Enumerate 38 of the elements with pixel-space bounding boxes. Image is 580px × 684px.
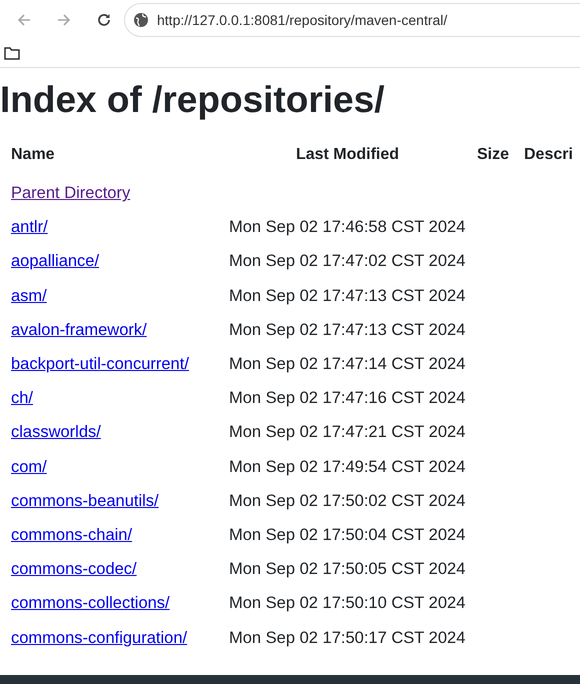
modified-date: Mon Sep 02 17:47:02 CST 2024: [229, 252, 466, 270]
reload-icon: [96, 12, 112, 28]
column-header: Name: [11, 146, 55, 164]
modified-date: Mon Sep 02 17:50:04 CST 2024: [229, 526, 466, 544]
modified-date: Mon Sep 02 17:47:13 CST 2024: [229, 286, 466, 305]
directory-link[interactable]: commons-chain/: [11, 526, 132, 544]
modified-date: Mon Sep 02 17:46:58 CST 2024: [229, 218, 466, 236]
page-heading: Index of /repositories/: [0, 78, 386, 122]
directory-link[interactable]: ch/: [11, 389, 34, 408]
directory-link[interactable]: commons-collections/: [11, 594, 170, 612]
directory-link[interactable]: classworlds/: [11, 423, 101, 442]
back-arrow-icon: [16, 12, 32, 28]
modified-date: Mon Sep 02 17:47:21 CST 2024: [229, 423, 466, 442]
modified-date: Mon Sep 02 17:47:14 CST 2024: [229, 355, 466, 374]
globe-icon: [133, 12, 149, 28]
address-bar[interactable]: http://127.0.0.1:8081/repository/maven-central/: [124, 3, 580, 37]
column-header: Descri: [524, 146, 573, 164]
directory-link[interactable]: asm/: [11, 286, 47, 305]
folder-icon[interactable]: [4, 47, 20, 60]
directory-link[interactable]: avalon-framework/: [11, 320, 147, 339]
modified-date: Mon Sep 02 17:50:05 CST 2024: [229, 560, 466, 578]
forward-arrow-icon: [56, 12, 72, 28]
directory-link[interactable]: backport-util-concurrent/: [11, 355, 189, 374]
modified-date: Mon Sep 02 17:47:13 CST 2024: [229, 320, 466, 339]
modified-date: Mon Sep 02 17:50:17 CST 2024: [229, 628, 466, 647]
column-header: Size: [477, 146, 510, 164]
directory-link[interactable]: antlr/: [11, 218, 48, 236]
modified-date: Mon Sep 02 17:50:10 CST 2024: [229, 594, 466, 612]
column-header: Last Modified: [296, 146, 400, 164]
modified-date: Mon Sep 02 17:50:02 CST 2024: [229, 492, 466, 510]
directory-link[interactable]: commons-configuration/: [11, 628, 188, 647]
modified-date: Mon Sep 02 17:47:16 CST 2024: [229, 389, 466, 408]
directory-link[interactable]: commons-codec/: [11, 560, 137, 578]
directory-link[interactable]: commons-beanutils/: [11, 492, 159, 510]
modified-date: Mon Sep 02 17:49:54 CST 2024: [229, 458, 466, 476]
directory-link[interactable]: aopalliance/: [11, 252, 100, 270]
directory-link[interactable]: com/: [11, 458, 47, 476]
directory-link[interactable]: Parent Directory: [11, 184, 130, 202]
